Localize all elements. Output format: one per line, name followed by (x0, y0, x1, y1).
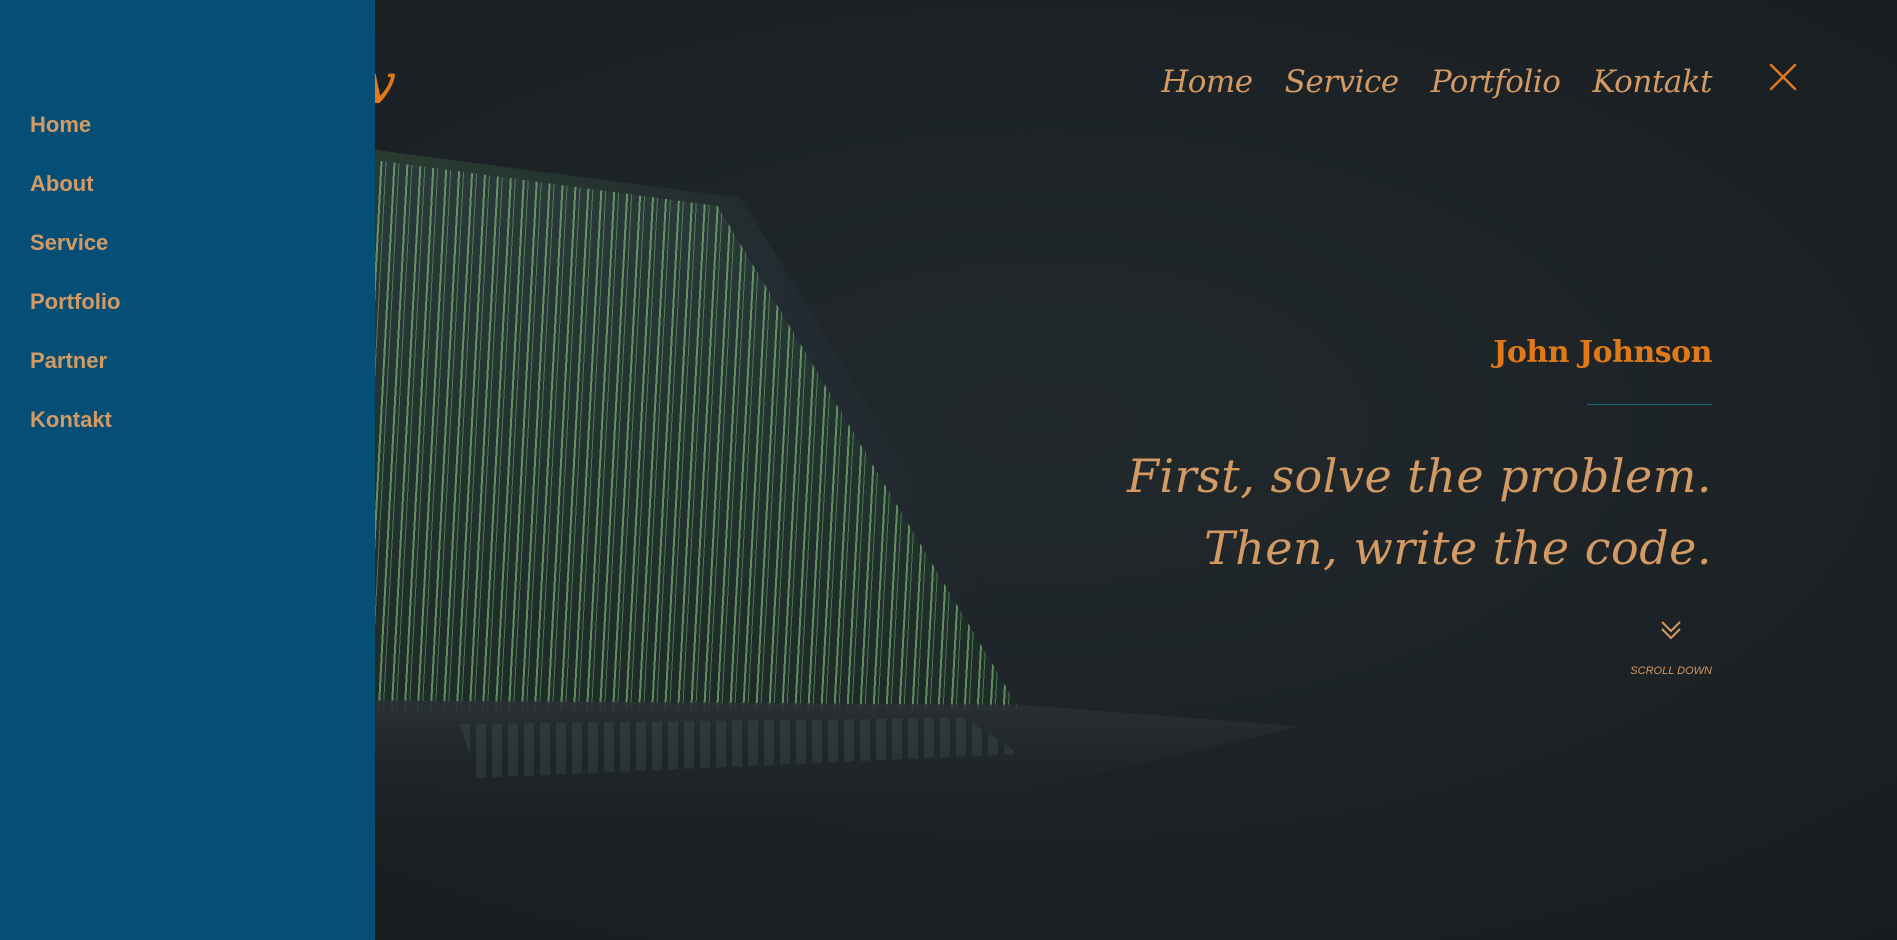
top-navigation: Home Service Portfolio Kontakt (1161, 62, 1712, 102)
close-menu-button[interactable] (1768, 62, 1798, 92)
laptop-screen-image (300, 150, 1020, 710)
nav-portfolio[interactable]: Portfolio (1431, 62, 1561, 102)
sidebar-item: Home (30, 112, 375, 138)
sidebar-item: Service (30, 230, 375, 256)
sidebar-item: Partner (30, 348, 375, 374)
hero-divider (1587, 404, 1712, 405)
quote-line-1: First, solve the problem. (1126, 449, 1712, 503)
sidebar-item-service[interactable]: Service (30, 230, 108, 256)
sidebar-item-about[interactable]: About (30, 171, 94, 197)
hero-quote: First, solve the problem. Then, write th… (1127, 440, 1712, 584)
sidebar-item-portfolio[interactable]: Portfolio (30, 289, 120, 315)
sidebar-item: Portfolio (30, 289, 375, 315)
nav-kontakt[interactable]: Kontakt (1592, 62, 1712, 102)
sidebar-item-partner[interactable]: Partner (30, 348, 107, 374)
sidebar-item-home[interactable]: Home (30, 112, 91, 138)
nav-service[interactable]: Service (1285, 62, 1400, 102)
double-chevron-down-icon (1661, 621, 1681, 640)
sidebar-menu: Home About Service Portfolio Partner Kon… (0, 0, 375, 940)
nav-home[interactable]: Home (1161, 62, 1253, 102)
scroll-down-label[interactable]: SCROLL DOWN (1630, 664, 1712, 678)
sidebar-item: Kontakt (30, 407, 375, 433)
quote-line-2: Then, write the code. (1203, 521, 1712, 575)
sidebar-item: About (30, 171, 375, 197)
hero-name: John Johnson (1493, 335, 1712, 370)
close-icon (1769, 63, 1797, 91)
scroll-down-button[interactable] (1659, 618, 1683, 642)
sidebar-list: Home About Service Portfolio Partner Kon… (0, 0, 375, 433)
sidebar-item-kontakt[interactable]: Kontakt (30, 407, 112, 433)
